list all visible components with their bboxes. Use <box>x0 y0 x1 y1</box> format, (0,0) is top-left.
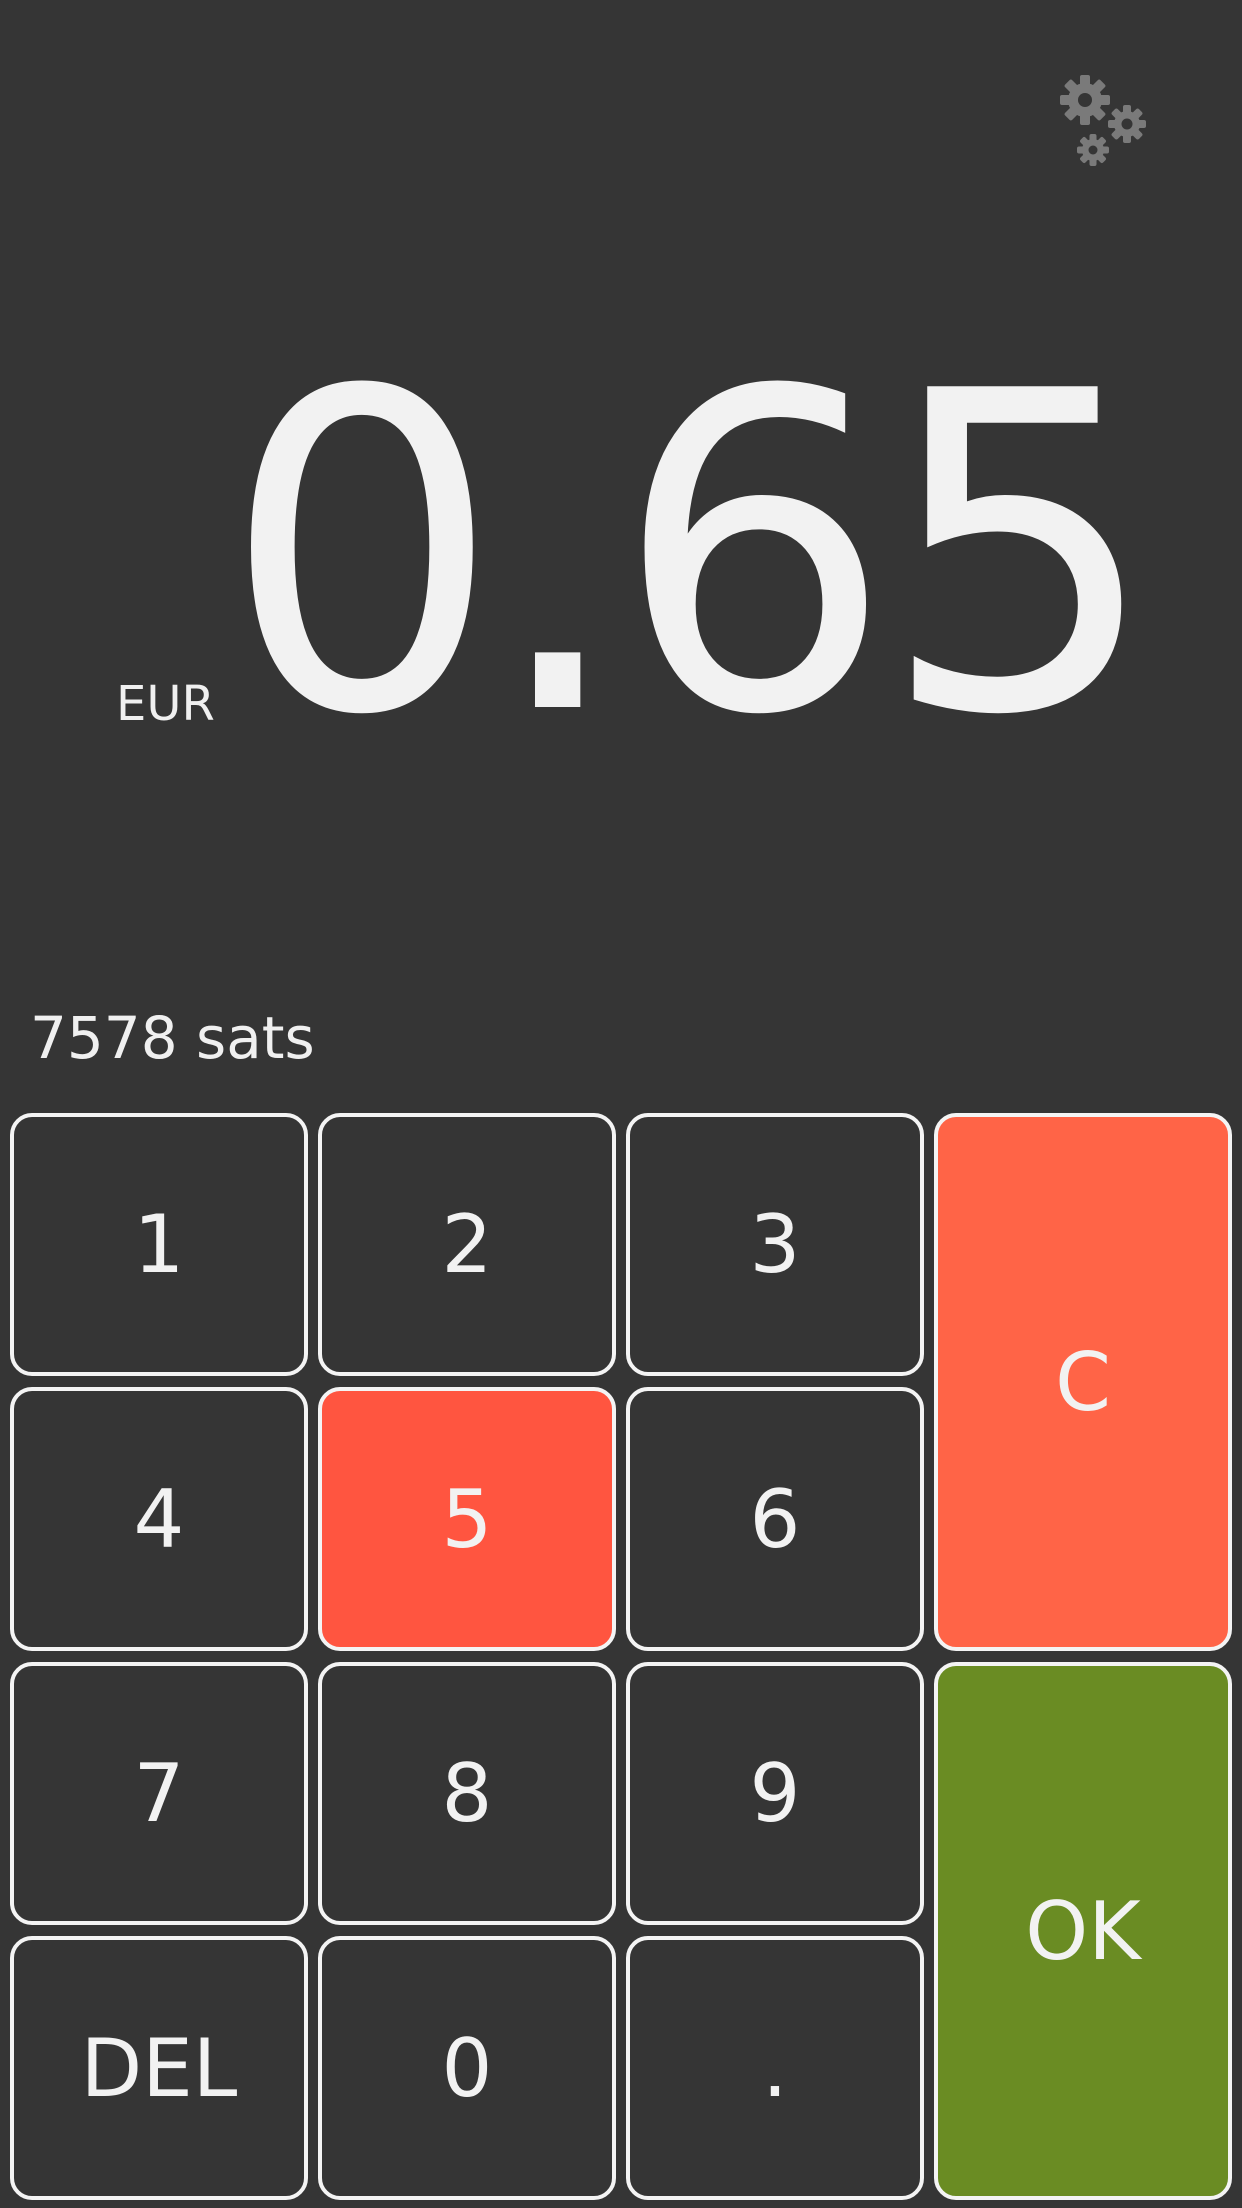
key-2[interactable]: 2 <box>318 1113 616 1376</box>
key-3[interactable]: 3 <box>626 1113 924 1376</box>
pos-screen: EUR 0.65 7578 sats 1 2 3 4 5 6 7 8 9 DEL… <box>0 0 1242 2208</box>
key-9[interactable]: 9 <box>626 1662 924 1925</box>
key-6[interactable]: 6 <box>626 1387 924 1651</box>
key-8[interactable]: 8 <box>318 1662 616 1925</box>
sats-amount: 7578 sats <box>30 1004 315 1072</box>
key-1[interactable]: 1 <box>10 1113 308 1376</box>
clear-button[interactable]: C <box>934 1113 1232 1651</box>
ok-button[interactable]: OK <box>934 1662 1232 2200</box>
amount-display: 0.65 <box>222 299 1160 811</box>
currency-label: EUR <box>116 676 215 732</box>
key-5[interactable]: 5 <box>318 1387 616 1651</box>
delete-button[interactable]: DEL <box>10 1936 308 2200</box>
key-7[interactable]: 7 <box>10 1662 308 1925</box>
settings-button[interactable] <box>1055 72 1155 168</box>
decimal-point-button[interactable]: . <box>626 1936 924 2200</box>
gears-icon <box>1060 75 1146 166</box>
key-0[interactable]: 0 <box>318 1936 616 2200</box>
key-4[interactable]: 4 <box>10 1387 308 1651</box>
